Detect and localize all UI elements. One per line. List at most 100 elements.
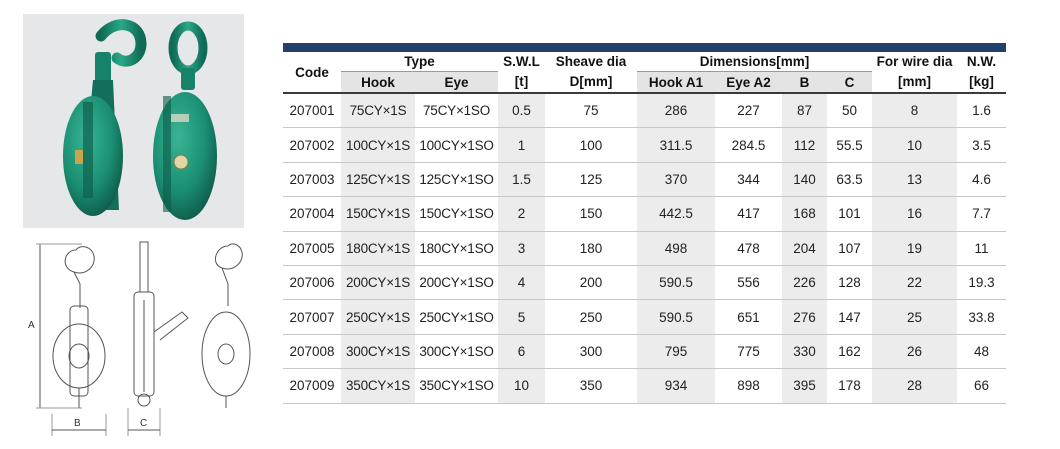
cell-c: 55.5 (827, 127, 873, 163)
cell-code: 207003 (283, 162, 341, 198)
cell-wire-dia: 22 (872, 265, 958, 301)
header-swl-unit: [t] (498, 71, 546, 94)
cell-nw: 33.8 (957, 299, 1007, 335)
cell-hook-model: 150CY×1S (341, 196, 415, 232)
cell-wire-dia: 26 (872, 334, 958, 370)
cell-nw: 19.3 (957, 265, 1007, 301)
spec-table-wrapper: Code Type S.W.L Sheave dia Dimensions[mm… (283, 43, 1007, 404)
cell-code: 207001 (283, 93, 341, 129)
header-swl: S.W.L (503, 54, 540, 70)
header-eye-a2: Eye A2 (715, 71, 783, 94)
cell-c: 63.5 (827, 162, 873, 198)
cell-b: 140 (782, 162, 828, 198)
cell-eye-model: 125CY×1SO (415, 162, 499, 198)
cell-eye-a2: 417 (715, 196, 783, 232)
cell-code: 207002 (283, 127, 341, 163)
spec-table-body: 207001 75CY×1S 75CY×1SO 0.5 75 286 227 87 50 8 1.6… (283, 93, 1007, 404)
cell-swl: 2 (498, 196, 546, 232)
cell-swl: 1.5 (498, 162, 546, 198)
table-row: 207009 350CY×1S 350CY×1SO 10 350 934 898 395 178… (283, 368, 1007, 404)
cell-b: 168 (782, 196, 828, 232)
cell-wire-dia: 28 (872, 368, 958, 404)
cell-swl: 4 (498, 265, 546, 301)
header-dimensions: Dimensions[mm] (699, 54, 810, 69)
cell-eye-a2: 898 (715, 368, 783, 404)
cell-code: 207009 (283, 368, 341, 404)
table-row: 207001 75CY×1S 75CY×1SO 0.5 75 286 227 87 50 8 1.6 (283, 93, 1007, 129)
table-row: 207002 100CY×1S 100CY×1SO 1 100 311.5 284.5 112… (283, 127, 1007, 163)
cell-wire-dia: 16 (872, 196, 958, 232)
cell-code: 207008 (283, 334, 341, 370)
cell-c: 147 (827, 299, 873, 335)
cell-hook-a1: 795 (637, 334, 716, 370)
cell-b: 330 (782, 334, 828, 370)
table-header-bar (283, 43, 1006, 52)
table-row: 207005 180CY×1S 180CY×1SO 3 180 498 478 204 107 1… (283, 231, 1007, 266)
dimension-c-label: C (140, 418, 147, 429)
cell-nw: 4.6 (957, 162, 1007, 198)
cell-c: 107 (827, 231, 873, 266)
cell-hook-a1: 590.5 (637, 299, 716, 335)
header-wire-dia: For wire dia (876, 54, 953, 70)
cell-swl: 0.5 (498, 93, 546, 129)
cell-hook-model: 300CY×1S (341, 334, 415, 370)
cell-hook-model: 250CY×1S (341, 299, 415, 335)
header-nw: N.W. (966, 54, 997, 70)
header-hook-a1: Hook A1 (637, 71, 716, 94)
cell-hook-a1: 934 (637, 368, 716, 404)
cell-b: 226 (782, 265, 828, 301)
cell-hook-a1: 370 (637, 162, 716, 198)
cell-eye-a2: 775 (715, 334, 783, 370)
cell-hook-a1: 442.5 (637, 196, 716, 232)
cell-wire-dia: 19 (872, 231, 958, 266)
cell-sheave-dia: 125 (545, 162, 638, 198)
cell-sheave-dia: 100 (545, 127, 638, 163)
cell-eye-a2: 227 (715, 93, 783, 129)
cell-eye-model: 150CY×1SO (415, 196, 499, 232)
cell-eye-model: 250CY×1SO (415, 299, 499, 335)
cell-eye-model: 75CY×1SO (415, 93, 499, 129)
cell-eye-model: 200CY×1SO (415, 265, 499, 301)
product-photo (23, 14, 244, 228)
cell-nw: 1.6 (957, 93, 1007, 129)
cell-c: 162 (827, 334, 873, 370)
cell-swl: 10 (498, 368, 546, 404)
cell-hook-a1: 286 (637, 93, 716, 129)
header-sheave-unit: D[mm] (545, 71, 638, 94)
table-row: 207003 125CY×1S 125CY×1SO 1.5 125 370 344 140 63… (283, 162, 1007, 198)
cell-b: 395 (782, 368, 828, 404)
cell-b: 112 (782, 127, 828, 163)
cell-eye-model: 100CY×1SO (415, 127, 499, 163)
header-code: Code (283, 52, 341, 94)
cell-wire-dia: 10 (872, 127, 958, 163)
table-row: 207007 250CY×1S 250CY×1SO 5 250 590.5 651 276 14… (283, 299, 1007, 335)
dimension-b-label: B (74, 418, 81, 429)
cell-hook-a1: 498 (637, 231, 716, 266)
cell-nw: 7.7 (957, 196, 1007, 232)
spec-table: Code Type S.W.L Sheave dia Dimensions[mm… (283, 52, 1007, 404)
cell-wire-dia: 25 (872, 299, 958, 335)
cell-nw: 66 (957, 368, 1007, 404)
cell-wire-dia: 13 (872, 162, 958, 198)
eye-block-photo (153, 21, 217, 220)
header-type: Type (404, 54, 435, 69)
cell-c: 178 (827, 368, 873, 404)
cell-eye-model: 350CY×1SO (415, 368, 499, 404)
table-row: 207008 300CY×1S 300CY×1SO 6 300 795 775 330 162 2… (283, 334, 1007, 370)
cell-eye-a2: 478 (715, 231, 783, 266)
table-row: 207006 200CY×1S 200CY×1SO 4 200 590.5 556 226 12… (283, 265, 1007, 301)
cell-c: 128 (827, 265, 873, 301)
cell-eye-model: 300CY×1SO (415, 334, 499, 370)
cell-code: 207005 (283, 231, 341, 266)
table-row: 207004 150CY×1S 150CY×1SO 2 150 442.5 417 168 10… (283, 196, 1007, 232)
dimension-a-label: A (28, 320, 35, 331)
hook-block-photo (63, 19, 147, 216)
cell-code: 207004 (283, 196, 341, 232)
cell-sheave-dia: 250 (545, 299, 638, 335)
header-c: C (827, 71, 873, 94)
line-drawing: A B C (28, 241, 251, 436)
cell-eye-a2: 651 (715, 299, 783, 335)
cell-sheave-dia: 300 (545, 334, 638, 370)
header-b: B (782, 71, 828, 94)
cell-eye-a2: 556 (715, 265, 783, 301)
